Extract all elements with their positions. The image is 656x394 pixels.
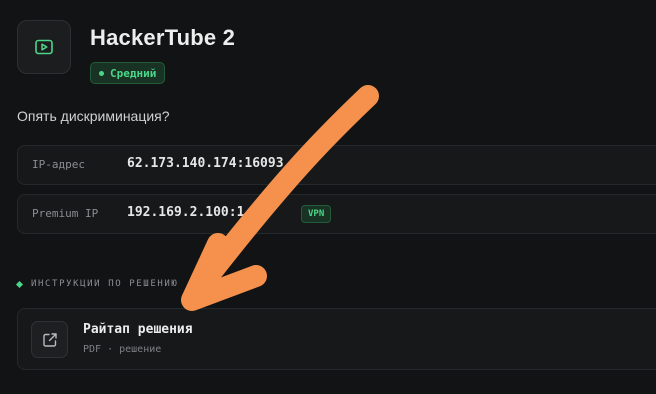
task-title: HackerTube 2 [90, 25, 236, 50]
section-title: ИНСТРУКЦИИ ПО РЕШЕНИЮ [31, 279, 179, 289]
task-page: HackerTube 2 Средний Опять дискриминация… [0, 0, 656, 394]
writeup-subtitle: PDF · решение [83, 344, 162, 355]
ip-address-value[interactable]: 62.173.140.174:16093 [127, 156, 284, 171]
external-link-icon [42, 332, 57, 347]
ip-address-label: IP-адрес [32, 158, 85, 171]
premium-ip-label: Premium IP [32, 207, 99, 220]
premium-ip-row: Premium IP 192.169.2.100:1 VPN [17, 194, 656, 234]
play-icon [35, 39, 53, 55]
difficulty-badge: Средний [90, 62, 166, 84]
solution-section-header: ИНСТРУКЦИИ ПО РЕШЕНИЮ [15, 279, 179, 289]
premium-ip-value[interactable]: 192.169.2.100:1 [127, 205, 244, 220]
vpn-badge: VPN [301, 205, 332, 223]
external-link-icon-box [31, 321, 68, 358]
writeup-title: Райтап решения [83, 322, 193, 337]
diamond-icon [15, 280, 24, 288]
ip-address-row: IP-адрес 62.173.140.174:16093 [17, 145, 656, 185]
writeup-link-card[interactable]: Райтап решения PDF · решение [17, 308, 656, 370]
task-description: Опять дискриминация? [17, 108, 170, 124]
difficulty-label: Средний [110, 66, 157, 80]
task-icon-box [17, 20, 71, 74]
status-dot-icon [99, 70, 104, 76]
